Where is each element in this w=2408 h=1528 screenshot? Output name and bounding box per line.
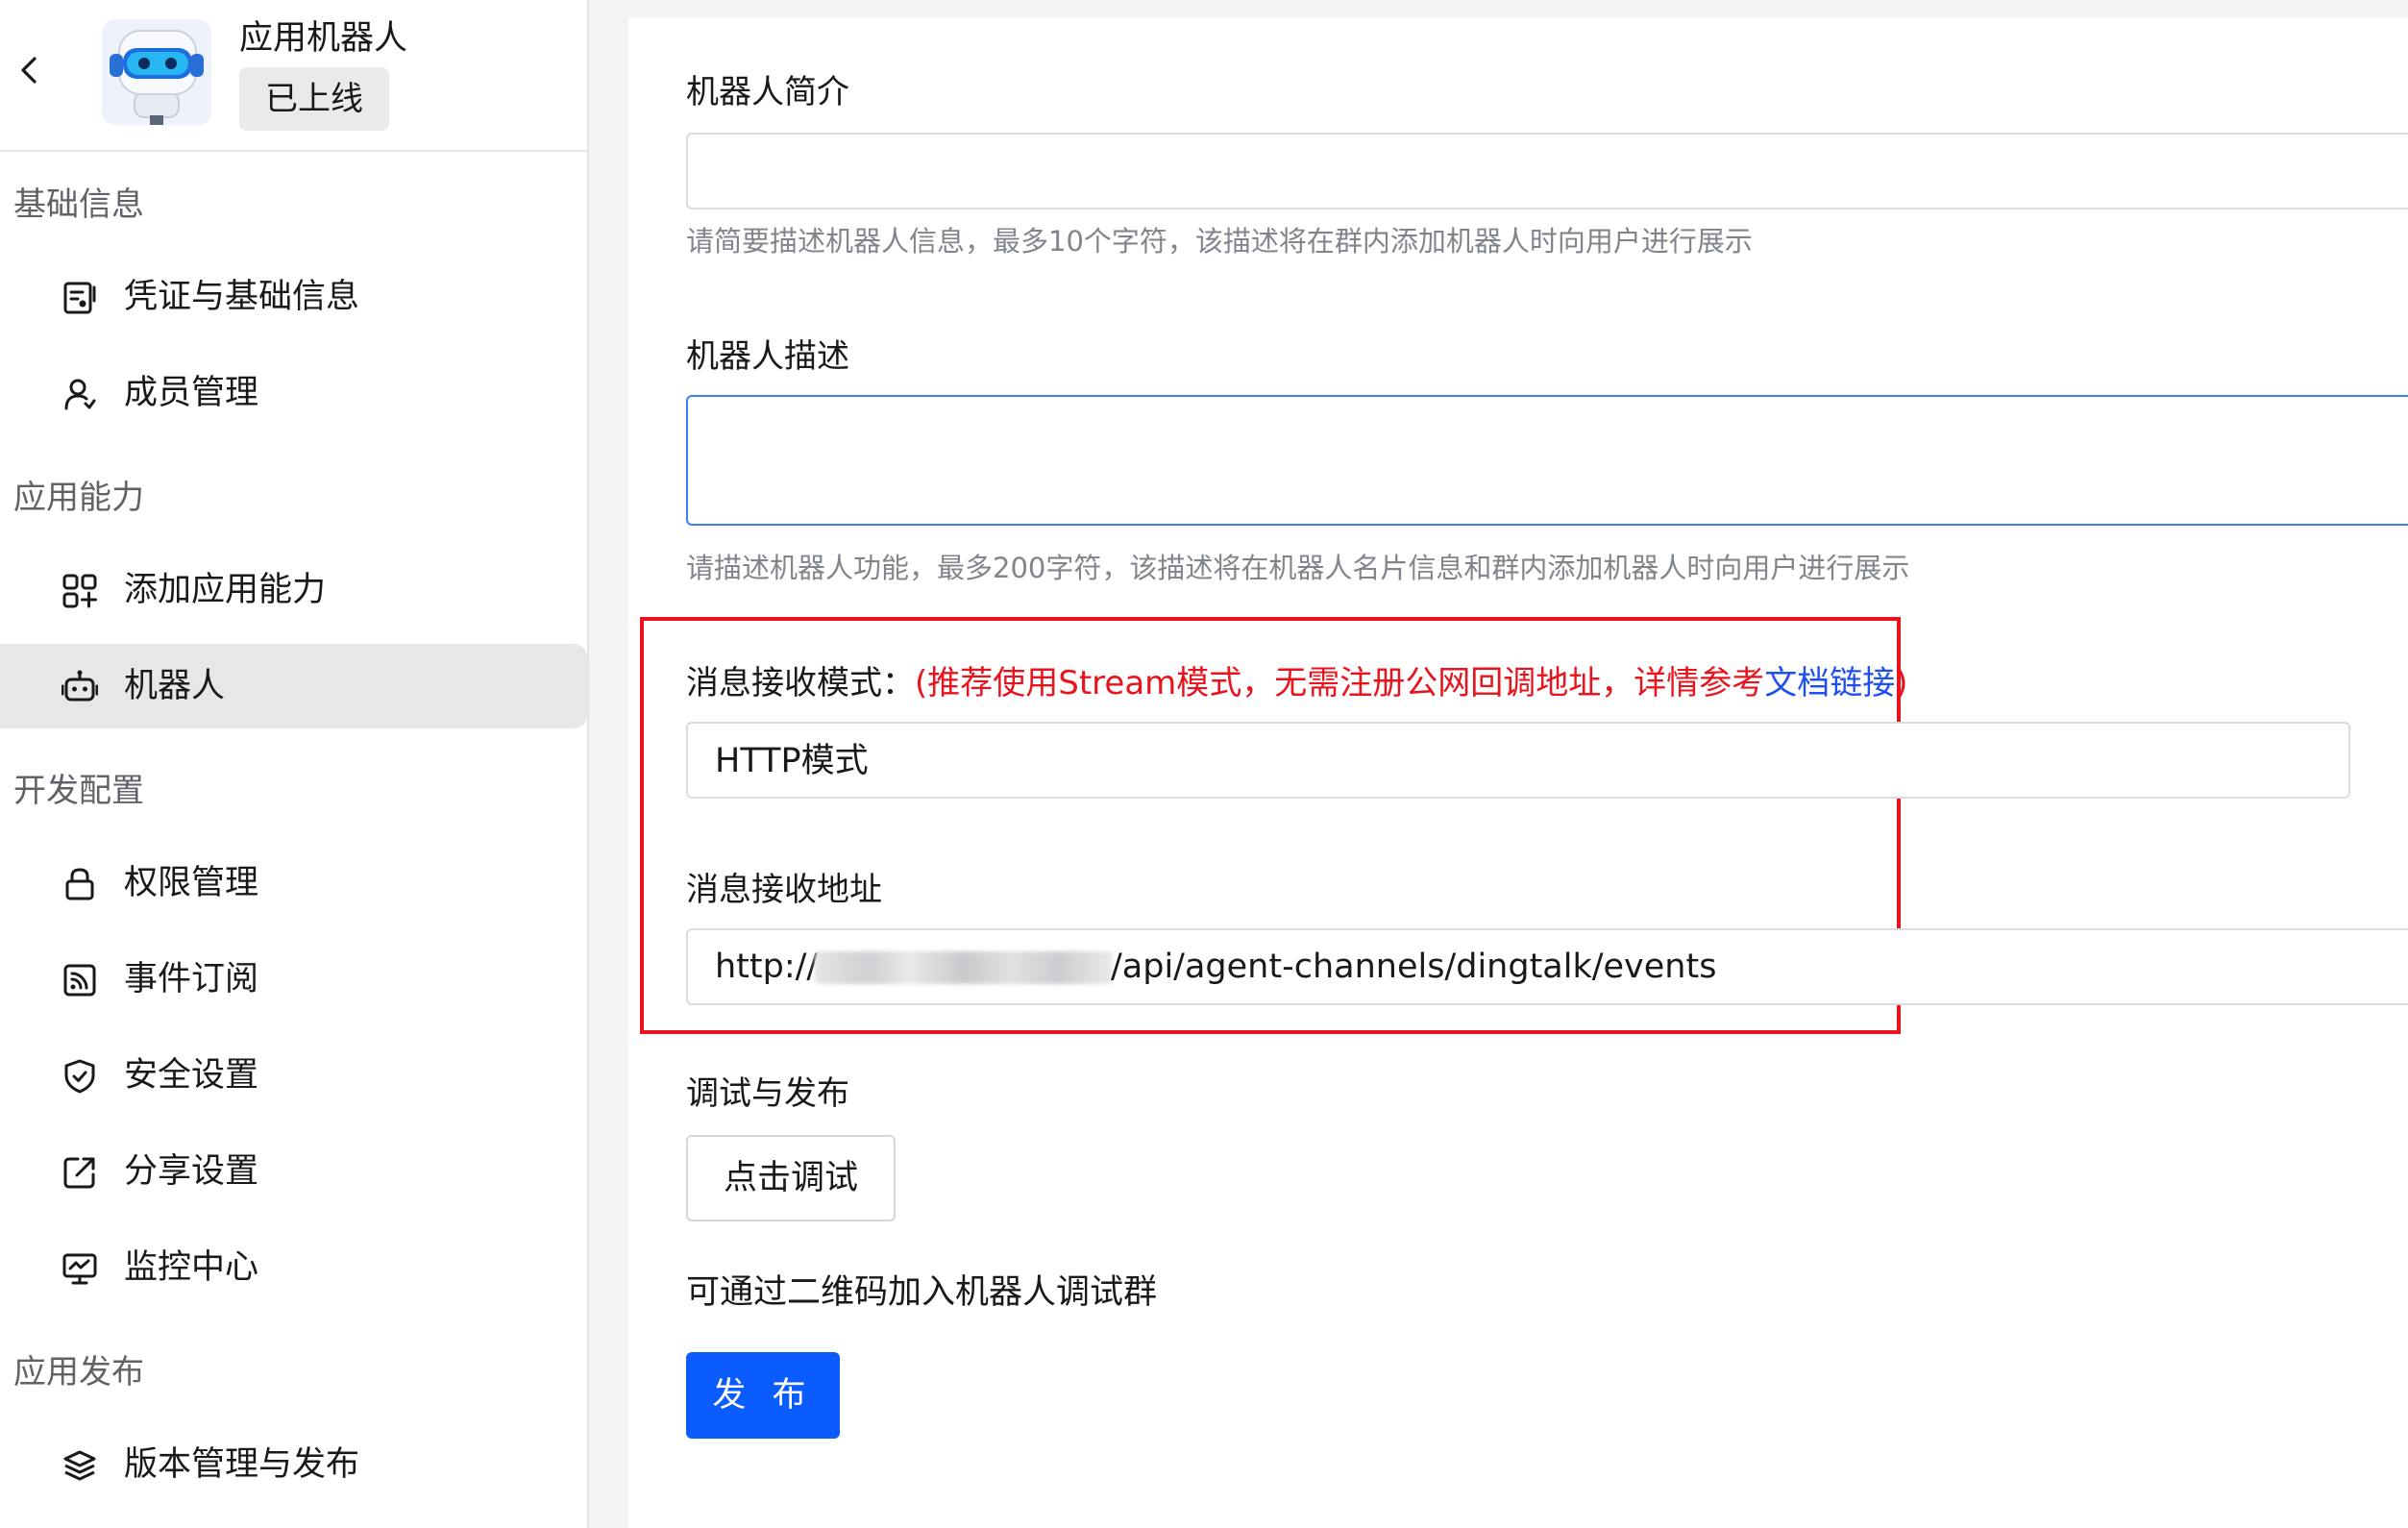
sidebar-item-members[interactable]: 成员管理 [0, 351, 587, 435]
status-badge: 已上线 [239, 67, 389, 131]
message-mode-select[interactable]: HTTP模式 [686, 722, 2350, 799]
sidebar-item-add-capability[interactable]: 添加应用能力 [0, 548, 587, 632]
description-label: 机器人描述 [686, 337, 849, 376]
sidebar-item-label: 添加应用能力 [124, 571, 327, 609]
debug-section-label: 调试与发布 [686, 1074, 849, 1113]
sidebar-group-release: 应用发布 [13, 1353, 144, 1392]
chevron-left-icon [21, 57, 37, 84]
message-mode-label-text: 消息接收模式： [686, 664, 915, 702]
message-url-label: 消息接收地址 [686, 871, 882, 909]
app-root: 应用机器人 已上线 基础信息 凭证与基础信息 成员管理 应用能力 添加应用能力 … [0, 0, 2408, 1528]
sidebar-item-label: 事件订阅 [124, 960, 259, 998]
sidebar-item-label: 机器人 [124, 667, 226, 705]
sidebar-item-label: 分享设置 [124, 1152, 259, 1191]
sidebar-group-dev: 开发配置 [13, 772, 144, 810]
note-close-paren: ) [1895, 664, 1908, 702]
rss-icon [63, 964, 96, 997]
share-icon [63, 1157, 95, 1189]
sidebar: 应用机器人 已上线 基础信息 凭证与基础信息 成员管理 应用能力 添加应用能力 … [0, 0, 589, 1528]
sidebar-item-share[interactable]: 分享设置 [0, 1129, 587, 1214]
description-textarea[interactable] [686, 395, 2408, 526]
shield-icon [64, 1059, 95, 1094]
sidebar-item-label: 安全设置 [124, 1056, 259, 1095]
doc-link[interactable]: 文档链接 [1764, 664, 1895, 702]
sidebar-group-basic: 基础信息 [13, 185, 144, 224]
sidebar-item-label: 版本管理与发布 [124, 1445, 360, 1484]
url-path: /api/agent-channels/dingtalk/events [1111, 948, 1717, 986]
credential-icon [63, 282, 96, 314]
app-name: 应用机器人 [239, 19, 408, 58]
description-hint: 请描述机器人功能，最多200字符，该描述将在机器人名片信息和群内添加机器人时向用… [686, 552, 1910, 584]
intro-input[interactable] [686, 133, 2408, 209]
add-grid-icon [62, 574, 97, 608]
sidebar-item-label: 成员管理 [124, 374, 259, 412]
lock-icon [65, 868, 94, 900]
robot-avatar-icon [102, 19, 211, 125]
sidebar-item-security[interactable]: 安全设置 [0, 1033, 587, 1118]
message-mode-value: HTTP模式 [715, 742, 869, 780]
publish-button[interactable]: 发 布 [686, 1352, 840, 1439]
robot-config-form: 机器人简介 请简要描述机器人信息，最多10个字符，该描述将在群内添加机器人时向用… [628, 17, 2408, 1528]
message-url-input[interactable]: http:// /api/agent-channels/dingtalk/eve… [686, 928, 2408, 1005]
message-mode-label: 消息接收模式：(推荐使用Stream模式，无需注册公网回调地址，详情参考文档链接… [686, 656, 1908, 703]
layers-icon [63, 1450, 96, 1481]
sidebar-item-permissions[interactable]: 权限管理 [0, 841, 587, 925]
debug-group-hint: 可通过二维码加入机器人调试群 [686, 1273, 1158, 1312]
sidebar-item-events[interactable]: 事件订阅 [0, 937, 587, 1022]
redacted-host [815, 951, 1113, 984]
sidebar-item-label: 凭证与基础信息 [124, 278, 360, 316]
sidebar-item-monitor[interactable]: 监控中心 [0, 1225, 587, 1310]
sidebar-item-versions[interactable]: 版本管理与发布 [0, 1422, 587, 1507]
sidebar-item-label: 权限管理 [124, 864, 259, 902]
sidebar-item-label: 监控中心 [124, 1248, 259, 1287]
sidebar-group-capability: 应用能力 [13, 479, 144, 517]
robot-icon [61, 670, 98, 702]
intro-label: 机器人简介 [686, 73, 849, 111]
url-scheme: http:// [715, 948, 819, 986]
sidebar-item-robot[interactable]: 机器人 [0, 644, 587, 728]
monitor-icon [62, 1253, 97, 1285]
stream-recommend-note: (推荐使用Stream模式，无需注册公网回调地址，详情参考 [915, 664, 1765, 702]
app-avatar [102, 19, 211, 125]
debug-button[interactable]: 点击调试 [686, 1135, 896, 1221]
back-button[interactable] [13, 54, 46, 86]
user-icon [64, 379, 96, 410]
sidebar-item-credentials[interactable]: 凭证与基础信息 [0, 255, 587, 339]
intro-hint: 请简要描述机器人信息，最多10个字符，该描述将在群内添加机器人时向用户进行展示 [686, 225, 1753, 258]
sidebar-header: 应用机器人 已上线 [0, 0, 587, 152]
